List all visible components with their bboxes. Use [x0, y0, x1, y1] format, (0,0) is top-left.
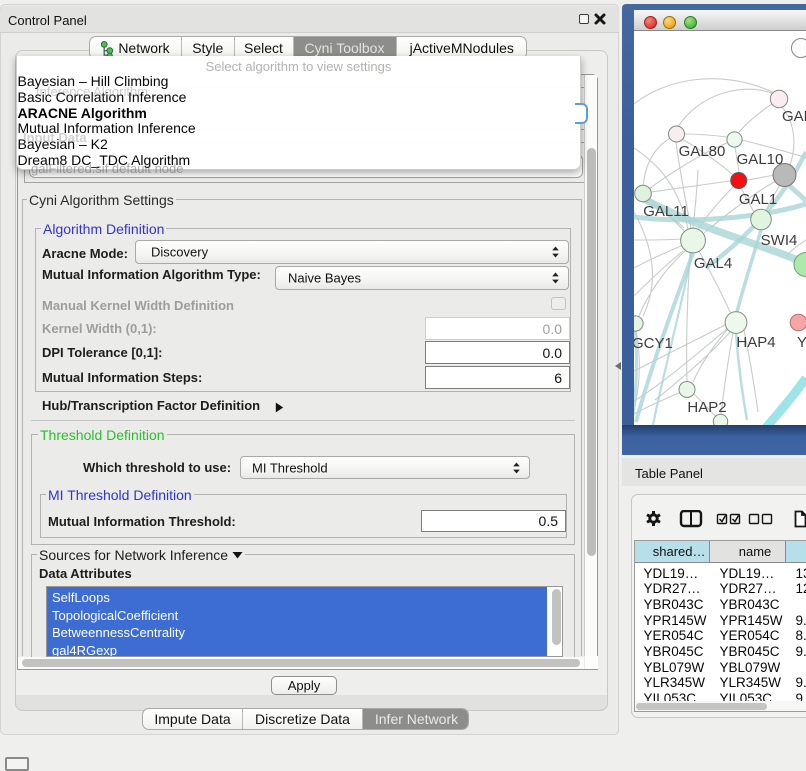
svg-text:GCY1: GCY1 [634, 335, 673, 352]
svg-text:GAL4: GAL4 [694, 255, 732, 272]
svg-text:GAL80: GAL80 [679, 143, 726, 160]
svg-text:SWI4: SWI4 [761, 232, 798, 249]
svg-text:GAL1: GAL1 [739, 191, 777, 208]
svg-text:GAL2: GAL2 [782, 108, 806, 125]
svg-text:HAP4: HAP4 [736, 334, 775, 351]
svg-text:GAL10: GAL10 [737, 151, 784, 168]
svg-text:GAL11: GAL11 [643, 203, 689, 220]
svg-text:Y: Y [797, 334, 806, 351]
svg-text:HAP2: HAP2 [687, 399, 726, 416]
